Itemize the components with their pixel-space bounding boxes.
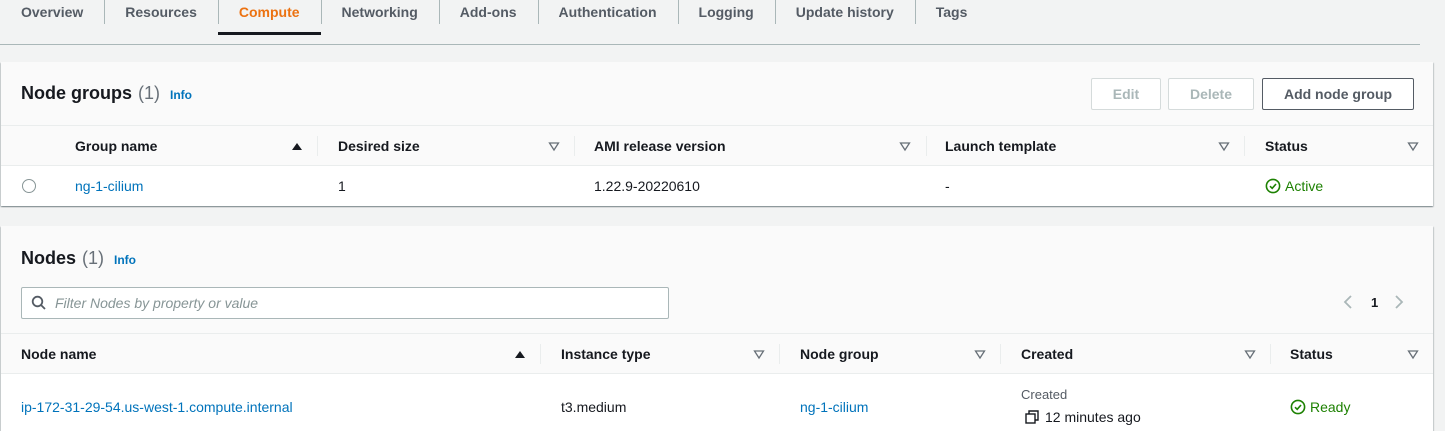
table-row[interactable]: ip-172-31-29-54.us-west-1.compute.intern… — [1, 375, 1433, 431]
tab-compute[interactable]: Compute — [217, 0, 321, 35]
tab-bar: Overview Resources Compute Networking Ad… — [0, 0, 1420, 45]
delete-button[interactable]: Delete — [1168, 78, 1254, 110]
nodes-filter-field[interactable] — [21, 287, 669, 319]
ami-version-value: 1.22.9-20220610 — [594, 178, 700, 194]
nodes-info-link[interactable]: Info — [114, 253, 136, 267]
status-label: Active — [1285, 178, 1324, 194]
created-time-text: 12 minutes ago — [1045, 409, 1141, 425]
tab-resources[interactable]: Resources — [104, 0, 218, 34]
tab-update-history[interactable]: Update history — [774, 0, 915, 34]
sort-icon[interactable] — [1244, 348, 1256, 360]
column-separator — [926, 136, 927, 156]
node-groups-info-link[interactable]: Info — [170, 88, 192, 102]
column-separator — [574, 136, 575, 156]
page-number[interactable]: 1 — [1371, 295, 1378, 310]
table-row[interactable]: ng-1-cilium 1 1.22.9-20220610 - Active — [1, 166, 1433, 206]
node-name-link[interactable]: ip-172-31-29-54.us-west-1.compute.intern… — [21, 399, 293, 415]
column-separator — [1244, 136, 1245, 156]
sort-icon[interactable] — [974, 348, 986, 360]
tab-tags[interactable]: Tags — [914, 0, 989, 34]
column-status[interactable]: Status — [1265, 126, 1308, 166]
column-separator — [317, 136, 318, 156]
node-group-status: Active — [1265, 166, 1323, 206]
created-time: 12 minutes ago — [1025, 409, 1141, 425]
row-select-radio[interactable] — [22, 179, 36, 193]
check-circle-icon — [1290, 399, 1306, 415]
node-groups-count: (1) — [138, 83, 160, 103]
nodes-title: Nodes — [21, 248, 77, 268]
sort-icon[interactable] — [753, 348, 765, 360]
check-circle-icon — [1265, 178, 1281, 194]
created-label: Created — [1021, 387, 1068, 402]
tab-add-ons[interactable]: Add-ons — [438, 0, 538, 34]
tab-authentication[interactable]: Authentication — [537, 0, 678, 34]
sort-icon[interactable] — [548, 140, 560, 152]
column-created[interactable]: Created — [1021, 334, 1073, 374]
sort-ascending-icon[interactable] — [514, 348, 526, 360]
node-group-link[interactable]: ng-1-cilium — [800, 399, 868, 415]
column-ami-release-version[interactable]: AMI release version — [594, 126, 726, 166]
chevron-left-icon[interactable] — [1341, 294, 1355, 310]
column-separator — [540, 344, 541, 364]
copy-icon — [1025, 409, 1039, 424]
search-icon — [31, 295, 46, 310]
column-instance-type[interactable]: Instance type — [561, 334, 650, 374]
launch-template-value: - — [945, 178, 950, 194]
column-separator — [779, 344, 780, 364]
node-groups-header: Node groups (1) Info Edit Delete Add nod… — [1, 62, 1433, 126]
edit-button[interactable]: Edit — [1091, 78, 1161, 110]
nodes-panel: Nodes (1) Info 1 Node name Instance type… — [1, 226, 1433, 431]
add-node-group-button[interactable]: Add node group — [1262, 78, 1414, 110]
sort-icon[interactable] — [1407, 140, 1419, 152]
node-groups-title-wrap: Node groups (1) Info — [21, 83, 192, 104]
tab-logging[interactable]: Logging — [677, 0, 775, 34]
node-groups-table-header: Group name Desired size AMI release vers… — [1, 126, 1433, 166]
nodes-count: (1) — [82, 248, 105, 268]
sort-icon[interactable] — [1407, 348, 1419, 360]
column-group-name[interactable]: Group name — [75, 126, 157, 166]
group-name-link[interactable]: ng-1-cilium — [75, 166, 143, 206]
column-node-group[interactable]: Node group — [800, 334, 879, 374]
chevron-right-icon[interactable] — [1392, 294, 1406, 310]
column-desired-size[interactable]: Desired size — [338, 126, 420, 166]
nodes-filter-input[interactable] — [55, 295, 645, 311]
column-node-status[interactable]: Status — [1290, 334, 1333, 374]
node-status: Ready — [1290, 399, 1350, 415]
node-groups-panel: Node groups (1) Info Edit Delete Add nod… — [1, 62, 1433, 206]
nodes-header: Nodes (1) Info 1 — [1, 226, 1433, 334]
column-launch-template[interactable]: Launch template — [945, 126, 1056, 166]
column-node-name[interactable]: Node name — [21, 334, 96, 374]
pagination: 1 — [1341, 294, 1406, 310]
nodes-title-wrap: Nodes (1) Info — [21, 248, 136, 269]
sort-icon[interactable] — [899, 140, 911, 152]
node-groups-title: Node groups — [21, 83, 132, 103]
nodes-table-header: Node name Instance type Node group Creat… — [1, 334, 1433, 374]
sort-ascending-icon[interactable] — [291, 140, 303, 152]
tab-networking[interactable]: Networking — [320, 0, 439, 34]
instance-type-value: t3.medium — [561, 399, 627, 415]
column-separator — [1270, 344, 1271, 364]
column-separator — [1000, 344, 1001, 364]
desired-size-value: 1 — [338, 178, 346, 194]
status-label: Ready — [1310, 399, 1351, 415]
sort-icon[interactable] — [1218, 140, 1230, 152]
tab-overview[interactable]: Overview — [0, 0, 104, 34]
